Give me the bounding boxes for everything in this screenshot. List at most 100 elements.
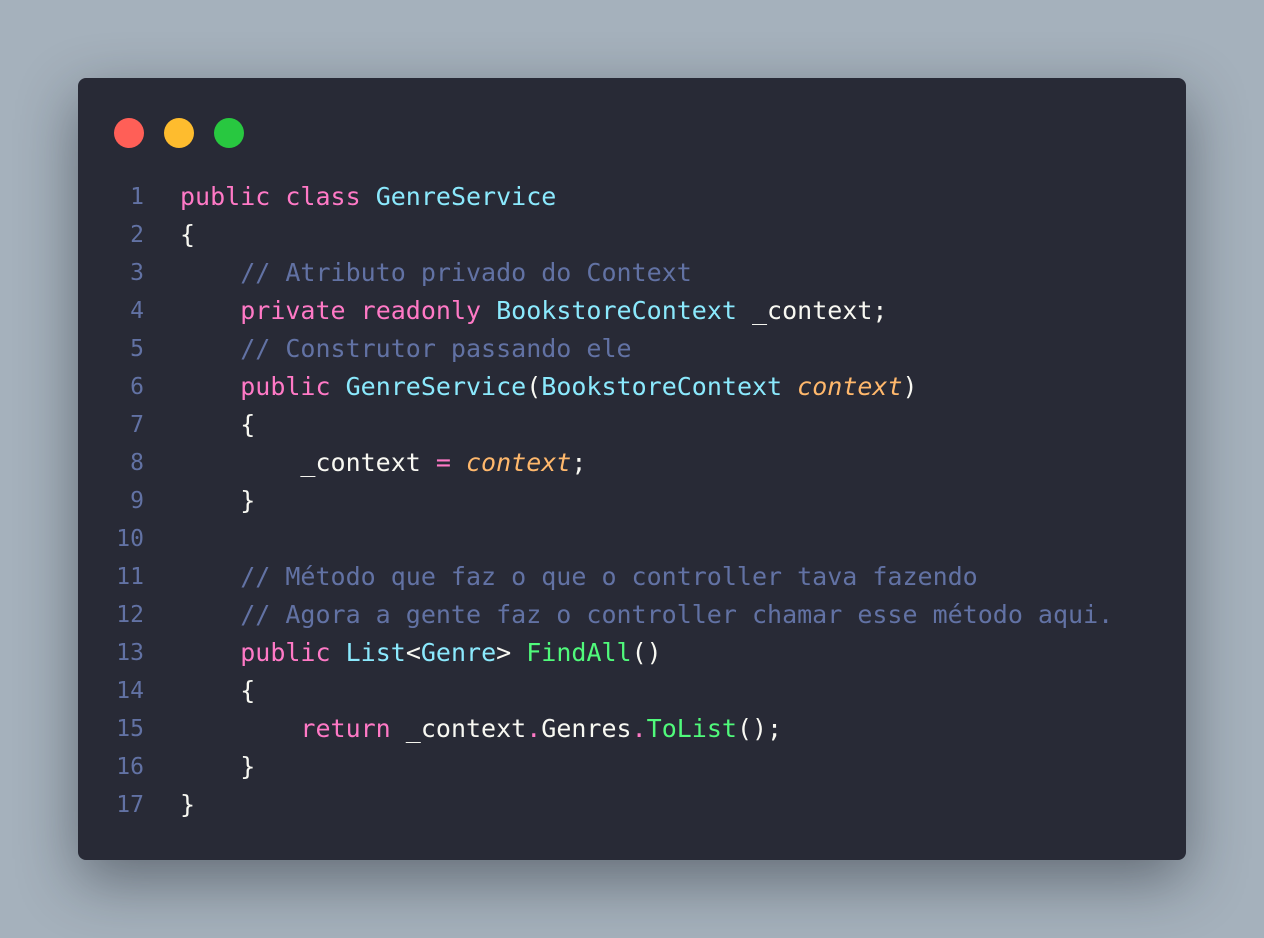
code-token-type: GenreService (345, 372, 527, 401)
code-token-comment: // Agora a gente faz o controller chamar… (240, 600, 1114, 629)
code-token-plain: { (180, 676, 256, 705)
code-token-keyword: private (240, 296, 346, 325)
line-number: 6 (130, 374, 144, 400)
code-line: 16 } (78, 748, 1186, 786)
code-token-func: ToList (646, 714, 737, 743)
code-line: 13 public List<Genre> FindAll() (78, 634, 1186, 672)
line-content: public List<Genre> FindAll() (180, 634, 662, 672)
code-token-plain: ; (571, 448, 587, 477)
code-token-plain: _context; (736, 296, 888, 325)
code-token-plain: () (631, 638, 662, 667)
code-token-comment: // Método que faz o que o controller tav… (240, 562, 978, 591)
line-number: 7 (130, 412, 144, 438)
code-line: 7 { (78, 406, 1186, 444)
line-number: 9 (130, 488, 144, 514)
maximize-dot-icon[interactable] (214, 118, 244, 148)
code-token-keyword: public (180, 182, 271, 211)
code-token-param: context (797, 372, 903, 401)
code-line: 10 (78, 520, 1186, 558)
code-line: 4 private readonly BookstoreContext _con… (78, 292, 1186, 330)
code-line: 3 // Atributo privado do Context (78, 254, 1186, 292)
code-line: 8 _context = context; (78, 444, 1186, 482)
line-content: // Construtor passando ele (180, 330, 632, 368)
line-number: 8 (130, 450, 144, 476)
code-line: 1 public class GenreService (78, 178, 1186, 216)
line-number: 10 (116, 526, 144, 552)
line-number: 13 (116, 640, 144, 666)
code-line: 11 // Método que faz o que o controller … (78, 558, 1186, 596)
line-content: private readonly BookstoreContext _conte… (180, 292, 887, 330)
line-content: { (180, 216, 195, 254)
line-content: } (180, 786, 195, 824)
code-token-op: . (631, 714, 647, 743)
line-number: 5 (130, 336, 144, 362)
line-content: // Método que faz o que o controller tav… (180, 558, 978, 596)
code-line: 14 { (78, 672, 1186, 710)
code-block: 1 public class GenreService 2{3 // Atribut… (78, 178, 1186, 824)
code-token-type: Genre (420, 638, 497, 667)
line-content: // Atributo privado do Context (180, 254, 692, 292)
line-number: 11 (116, 564, 144, 590)
line-number: 4 (130, 298, 144, 324)
code-token-plain: < (405, 638, 421, 667)
code-token-comment: // Atributo privado do Context (240, 258, 692, 287)
code-token-comment: // Construtor passando ele (240, 334, 632, 363)
line-number: 12 (116, 602, 144, 628)
code-token-plain: _context (180, 448, 436, 477)
code-line: 6 public GenreService(BookstoreContext c… (78, 368, 1186, 406)
line-content: public GenreService(BookstoreContext con… (180, 368, 918, 406)
line-content: // Agora a gente faz o controller chamar… (180, 596, 1113, 634)
code-token-type: List (345, 638, 406, 667)
line-number: 14 (116, 678, 144, 704)
code-token-plain: (); (736, 714, 783, 743)
code-token-plain: } (180, 486, 256, 515)
close-dot-icon[interactable] (114, 118, 144, 148)
code-line: 12 // Agora a gente faz o controller cha… (78, 596, 1186, 634)
line-number: 3 (130, 260, 144, 286)
code-line: 17} (78, 786, 1186, 824)
line-content: public class GenreService (180, 178, 556, 216)
code-line: 9 } (78, 482, 1186, 520)
code-line: 2{ (78, 216, 1186, 254)
line-content: { (180, 406, 255, 444)
code-token-plain: ) (902, 372, 918, 401)
code-line: 5 // Construtor passando ele (78, 330, 1186, 368)
minimize-dot-icon[interactable] (164, 118, 194, 148)
line-number: 16 (116, 754, 144, 780)
code-token-plain: } (180, 752, 256, 781)
line-number: 17 (116, 792, 144, 818)
line-content: _context = context; (180, 444, 586, 482)
code-line: 15 return _context.Genres.ToList(); (78, 710, 1186, 748)
code-window: 1 public class GenreService 2{3 // Atribut… (78, 78, 1186, 860)
code-token-param: context (466, 448, 572, 477)
code-token-func: FindAll (526, 638, 632, 667)
code-token-type: GenreService (375, 182, 557, 211)
code-token-op: . (526, 714, 542, 743)
code-token-plain: _context (390, 714, 527, 743)
line-number: 15 (116, 716, 144, 742)
line-content: } (180, 482, 255, 520)
line-number: 1 (130, 184, 144, 210)
line-content: } (180, 748, 255, 786)
line-number: 2 (130, 222, 144, 248)
line-content: { (180, 672, 255, 710)
code-token-keyword: public (240, 372, 331, 401)
code-token-plain: { (180, 410, 256, 439)
code-token-keyword: readonly (360, 296, 482, 325)
code-token-plain: > (496, 638, 527, 667)
